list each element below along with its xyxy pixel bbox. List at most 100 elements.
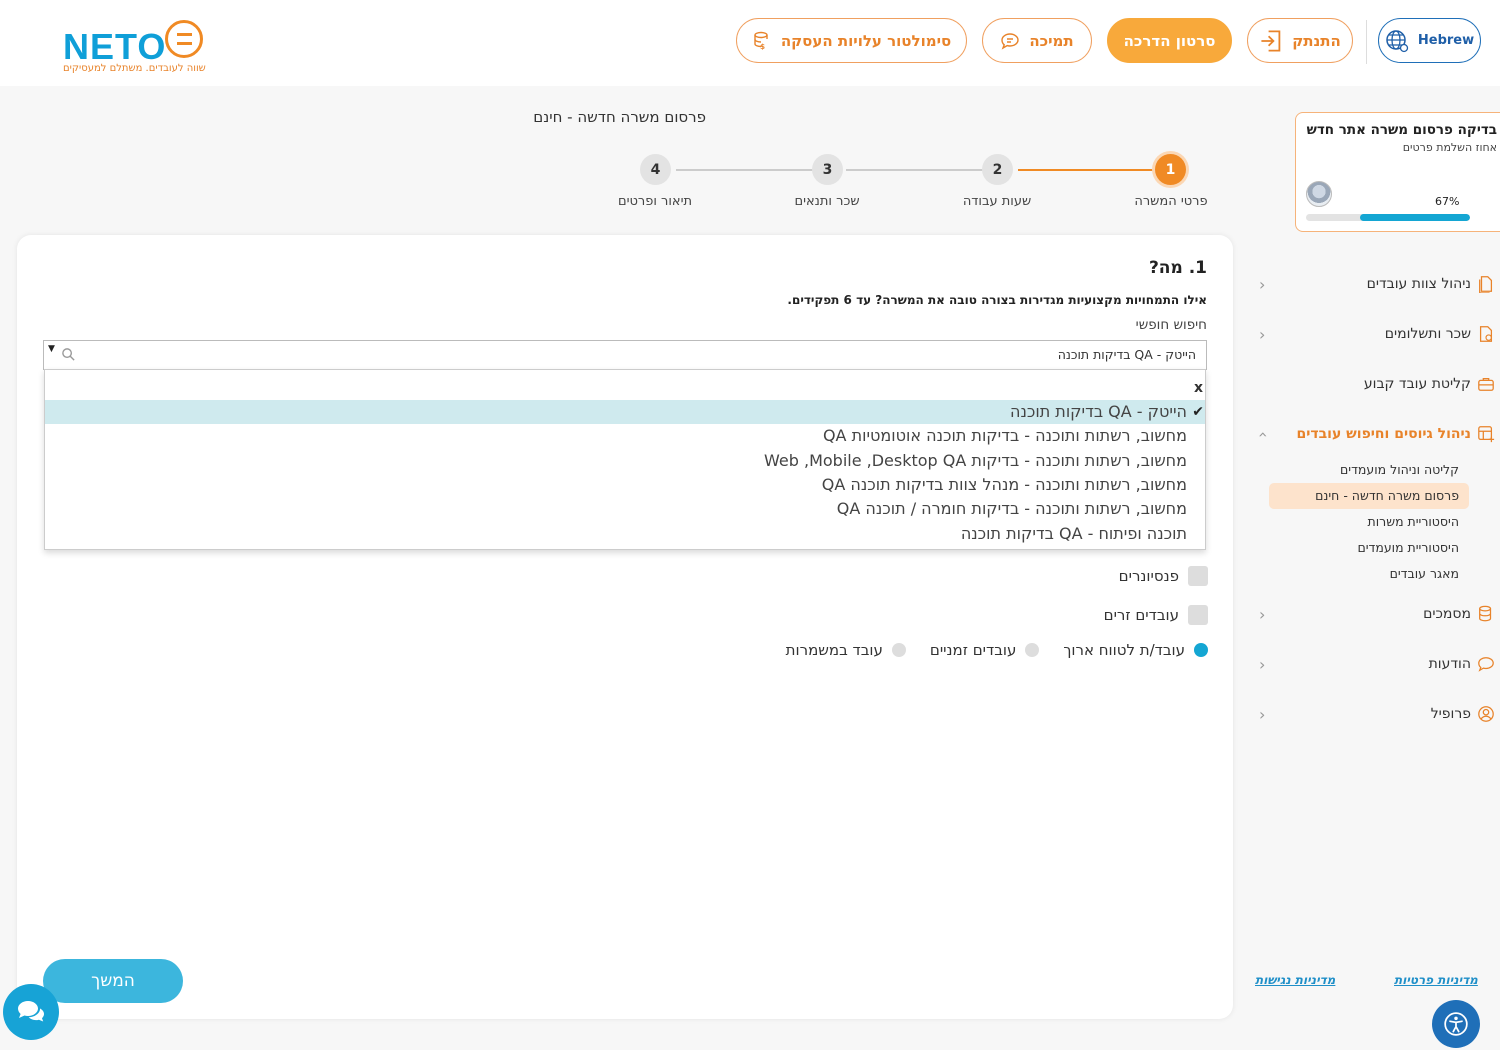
step-1-circle[interactable]: 1	[1155, 154, 1186, 185]
radio-button[interactable]	[891, 643, 906, 657]
support-button[interactable]: תמיכה	[982, 18, 1092, 63]
svg-text:$: $	[760, 43, 765, 51]
radio-label: עובד/ת לטווח ארוך	[1063, 641, 1185, 659]
sidebar-item-documents[interactable]: מסמכים ‹	[1255, 599, 1495, 629]
sidebar-item-profile[interactable]: פרופיל ‹	[1255, 699, 1495, 729]
option-label: מחשוב, רשתות ותוכנה - בדיקות תוכנה אוטומ…	[822, 426, 1187, 445]
top-header: NETO שווה לעובדים. משתלם למעסיקים סימולט…	[0, 0, 1500, 86]
chevron-left-icon: ‹	[1259, 274, 1266, 294]
job-form-card: 1. מה? אילו התמחויות מקצועיות מגדירות בצ…	[17, 235, 1233, 1019]
accessibility-button[interactable]	[1432, 1000, 1480, 1048]
language-label: Hebrew	[1417, 33, 1475, 48]
step-3-circle[interactable]: 3	[812, 154, 843, 185]
logout-icon	[1261, 30, 1281, 51]
chat-icon	[1478, 657, 1494, 672]
sidebar-item-label: הודעות	[1428, 656, 1471, 672]
globe-icon	[1386, 29, 1409, 52]
chevron-left-icon: ‹	[1259, 324, 1266, 344]
checkbox-label: פנסיונרים	[1118, 567, 1179, 585]
checkbox-box[interactable]	[1188, 605, 1208, 625]
dropdown-option[interactable]: מחשוב, רשתות ותוכנה - בדיקות חומרה / תוכ…	[45, 497, 1205, 521]
checkbox-foreign-workers[interactable]: עובדים זרים	[1104, 604, 1208, 626]
user-circle-icon	[1478, 706, 1494, 722]
radio-button[interactable]	[1025, 643, 1040, 657]
continue-button[interactable]: המשך	[43, 959, 183, 1003]
step-connector	[846, 169, 983, 171]
checkbox-label: עובדים זרים	[1103, 606, 1179, 624]
profession-select[interactable]: הייטק - QA בדיקות תוכנה ▼	[43, 340, 1207, 370]
question-hint: אילו התמחויות מקצועיות מגדירות בצורה טוב…	[787, 293, 1207, 307]
sidebar-subitem-new-job[interactable]: פרסום משרה חדשה - חינם	[1269, 483, 1469, 509]
sidebar-item-label: פרופיל	[1430, 706, 1471, 722]
search-label: חיפוש חופשי	[1135, 317, 1207, 333]
accessibility-policy-link[interactable]: מדיניות נגישות	[1255, 973, 1335, 987]
profession-dropdown-list: x ✔ הייטק - QA בדיקות תוכנה מחשוב, רשתות…	[44, 369, 1206, 550]
sidebar-item-label: מסמכים	[1423, 606, 1471, 622]
sidebar-subitem-candidates[interactable]: קליטה וניהול מועמדים	[1269, 457, 1469, 483]
language-selector[interactable]: Hebrew	[1378, 18, 1481, 63]
briefcase-icon	[1478, 377, 1494, 391]
chevron-left-icon: ‹	[1259, 604, 1266, 624]
guide-video-button[interactable]: סרטון הדרכה	[1107, 18, 1232, 63]
guide-video-label: סרטון הדרכה	[1123, 31, 1216, 50]
logo-wordmark: NETO	[63, 26, 167, 67]
option-label: תוכנה ופיתוח - QA בדיקות תוכנה	[960, 524, 1187, 543]
dropdown-option[interactable]: מחשוב, רשתות ותוכנה - בדיקות Web ,Mobile…	[45, 449, 1205, 473]
step-1-label: פרטי המשרה	[1134, 194, 1208, 209]
sidebar-item-messages[interactable]: הודעות ‹	[1255, 649, 1495, 679]
progress-card-subtitle: אחוז השלמת פרטים	[1402, 141, 1497, 154]
radio-label: עובד במשמרות	[785, 641, 883, 659]
sidebar-item-team-management[interactable]: ניהול צוות עובדים ‹	[1255, 269, 1495, 299]
sidebar-item-salary[interactable]: שכר ותשלומים ‹	[1255, 319, 1495, 349]
privacy-policy-link[interactable]: מדיניות פרטיות	[1394, 973, 1478, 987]
logout-button[interactable]: התנתק	[1247, 18, 1353, 63]
sidebar-subitem-job-history[interactable]: היסטוריית משרות	[1269, 509, 1469, 535]
search-icon	[62, 348, 75, 361]
sidebar-item-permanent-hire[interactable]: קליטת עובד קבוע	[1255, 369, 1495, 399]
checkmark-icon: ✔	[1192, 404, 1204, 420]
profile-progress-card[interactable]: בדיקה פרסום משרה אתר חדש אחוז השלמת פרטי…	[1295, 112, 1500, 232]
step-2-circle[interactable]: 2	[982, 154, 1013, 185]
step-4-circle[interactable]: 4	[640, 154, 671, 185]
table-add-icon	[1478, 426, 1495, 443]
dropdown-option[interactable]: ✔ הייטק - QA בדיקות תוכנה	[45, 400, 1205, 424]
dropdown-option[interactable]: מחשוב, רשתות ותוכנה - מנהל צוות בדיקות ת…	[45, 473, 1205, 497]
question-title: 1. מה?	[1148, 258, 1207, 278]
sidebar-item-label: ניהול גיוסים וחיפוש עובדים	[1296, 426, 1472, 442]
radio-button[interactable]	[1194, 643, 1208, 657]
neto-logo[interactable]: NETO שווה לעובדים. משתלם למעסיקים	[60, 18, 210, 78]
dropdown-option[interactable]: מחשוב, רשתות ותוכנה - בדיקות תוכנה אוטומ…	[45, 424, 1205, 448]
progress-card-title: בדיקה פרסום משרה אתר חדש	[1306, 122, 1497, 138]
checkbox-pensioners[interactable]: פנסיונרים	[1119, 565, 1208, 587]
cost-simulator-button[interactable]: סימולטור עלויות העסקה $	[736, 18, 967, 63]
dropdown-option[interactable]: תוכנה ופיתוח - QA בדיקות תוכנה	[45, 522, 1205, 546]
sidebar-subitem-worker-pool[interactable]: מאגר עובדים	[1269, 561, 1469, 587]
dropdown-close-button[interactable]: x	[1194, 380, 1203, 396]
progress-percent: 67%	[1435, 195, 1460, 208]
live-chat-button[interactable]	[3, 984, 59, 1040]
radio-long-term[interactable]: עובד/ת לטווח ארוך	[1063, 641, 1208, 659]
support-label: תמיכה	[1029, 31, 1074, 50]
payslip-icon	[1479, 326, 1493, 342]
option-label: הייטק - QA בדיקות תוכנה	[1010, 402, 1187, 421]
sidebar-item-label: ניהול צוות עובדים	[1366, 276, 1471, 292]
database-icon	[1479, 605, 1492, 622]
header-divider	[1366, 20, 1367, 64]
chevron-left-icon: ‹	[1259, 704, 1266, 724]
logo-circle-icon	[165, 20, 203, 58]
radio-shifts[interactable]: עובד במשמרות	[786, 641, 906, 659]
step-4-label: תיאור ופרטים	[617, 194, 693, 209]
sidebar-item-recruitment[interactable]: ניהול גיוסים וחיפוש עובדים ‹	[1252, 419, 1495, 449]
radio-temporary[interactable]: עובדים זמניים	[930, 641, 1040, 659]
option-label: מחשוב, רשתות ותוכנה - בדיקות חומרה / תוכ…	[836, 499, 1187, 518]
checkbox-box[interactable]	[1188, 566, 1208, 586]
sidebar-item-label: קליטת עובד קבוע	[1363, 376, 1471, 392]
document-icon	[1479, 276, 1493, 293]
sidebar-subitem-candidate-history[interactable]: היסטוריית מועמדים	[1269, 535, 1469, 561]
chat-bubbles-icon	[18, 1001, 44, 1022]
chevron-down-icon: ‹	[1252, 430, 1272, 438]
step-connector	[676, 169, 813, 171]
employment-type-radios: עובד/ת לטווח ארוך עובדים זמניים עובד במש…	[772, 641, 1208, 659]
dropdown-arrow-icon[interactable]: ▼	[48, 344, 55, 354]
step-2-label: שעות עבודה	[962, 194, 1032, 209]
